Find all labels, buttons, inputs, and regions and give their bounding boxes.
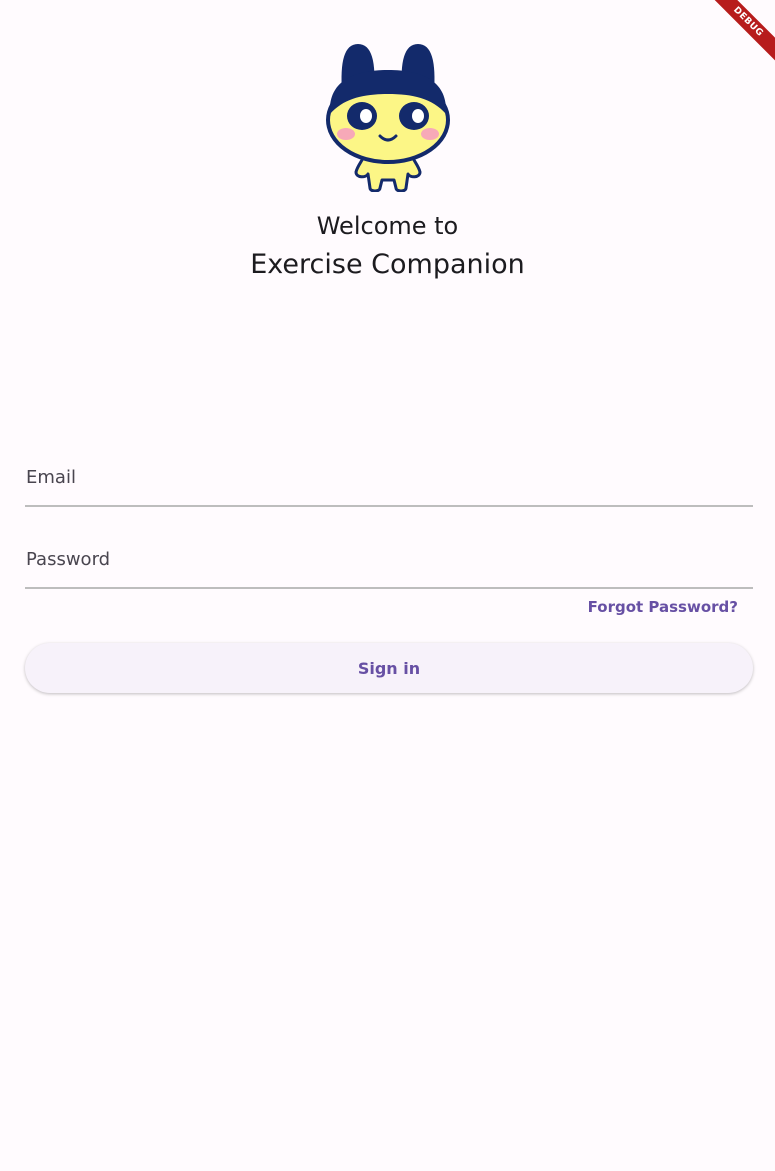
debug-banner-label: DEBUG bbox=[705, 0, 775, 67]
password-field bbox=[25, 537, 753, 589]
app-name-title: Exercise Companion bbox=[250, 249, 525, 280]
email-input[interactable] bbox=[25, 455, 753, 505]
email-field bbox=[25, 455, 753, 507]
cartoon-mascot-icon bbox=[326, 44, 450, 192]
sign-in-button[interactable]: Sign in bbox=[25, 643, 753, 693]
welcome-title: Welcome to bbox=[316, 212, 459, 240]
debug-banner: DEBUG bbox=[705, 0, 775, 70]
forgot-password-link[interactable]: Forgot Password? bbox=[588, 598, 738, 616]
password-input[interactable] bbox=[25, 537, 753, 587]
login-screen: DEBUG Welcome to Exercise Companion Forg… bbox=[0, 0, 775, 1171]
